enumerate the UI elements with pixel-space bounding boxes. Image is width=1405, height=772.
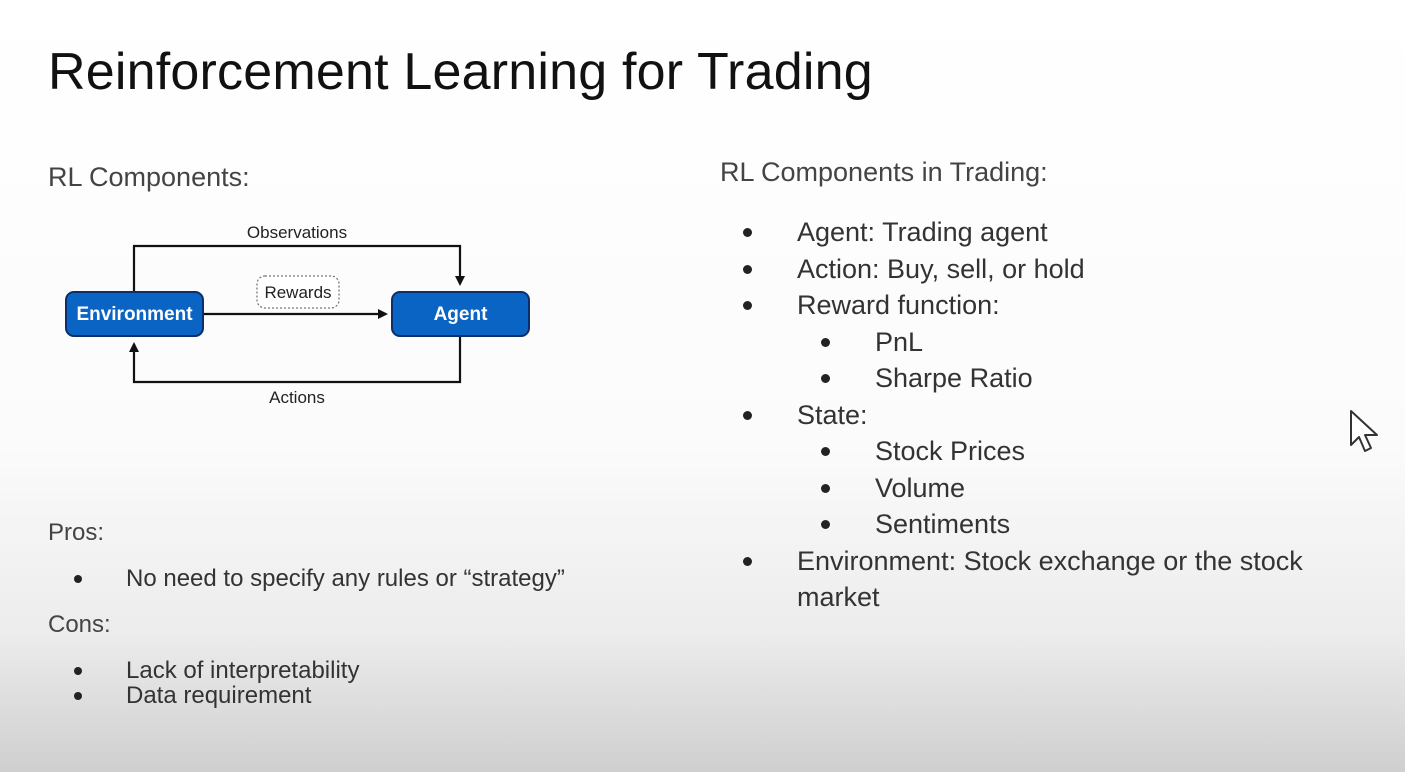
- rl-components-heading: RL Components:: [48, 162, 250, 192]
- cons-item-text: Lack of interpretability: [126, 657, 360, 684]
- bullet-icon: [743, 228, 752, 237]
- list-item: Lack of interpretability: [74, 658, 359, 683]
- actions-arrow: [129, 337, 462, 384]
- list-item: State:: [740, 397, 1380, 434]
- cons-list: Lack of interpretability Data requiremen…: [74, 658, 359, 708]
- bullet-icon: [743, 301, 752, 310]
- bullet-icon: [74, 575, 82, 583]
- bullet-icon: [74, 692, 82, 700]
- list-item: No need to specify any rules or “strateg…: [74, 564, 565, 594]
- bullet-icon: [743, 410, 752, 420]
- environment-label: Environment: [76, 304, 193, 325]
- list-item: Reward function:: [740, 287, 1380, 324]
- bullet-icon: [74, 667, 82, 675]
- actions-label: Actions: [269, 388, 325, 407]
- item-text: Sentiments: [875, 509, 1011, 539]
- list-item: Sentiments: [740, 506, 1380, 543]
- cons-heading: Cons:: [48, 611, 111, 638]
- item-text: Volume: [875, 472, 966, 503]
- item-text: State:: [797, 399, 868, 430]
- bullet-icon: [743, 556, 752, 566]
- list-item: Agent: Trading agent: [740, 214, 1380, 251]
- bullet-icon: [821, 520, 830, 529]
- list-item: Sharpe Ratio: [740, 360, 1380, 397]
- item-text: Stock Prices: [875, 436, 1026, 466]
- rewards-label: Rewards: [264, 283, 331, 302]
- list-item: Environment: Stock exchange or the stock…: [740, 543, 1380, 615]
- item-text: Sharpe Ratio: [875, 363, 1033, 393]
- pros-item-text: No need to specify any rules or “strateg…: [126, 565, 565, 592]
- item-text: Agent: Trading agent: [797, 217, 1048, 247]
- bullet-icon: [821, 483, 830, 493]
- item-text: Reward function:: [797, 290, 1000, 320]
- slide-title: Reinforcement Learning for Trading: [48, 43, 873, 101]
- pros-list: No need to specify any rules or “strateg…: [74, 564, 565, 594]
- list-item: Volume: [740, 470, 1380, 507]
- list-item: Action: Buy, sell, or hold: [740, 251, 1380, 288]
- cons-item-text: Data requirement: [126, 682, 312, 709]
- bullet-icon: [743, 264, 752, 274]
- item-text: PnL: [875, 326, 924, 357]
- bullet-icon: [821, 374, 830, 383]
- bullet-icon: [821, 337, 830, 347]
- list-item: Data requirement: [74, 683, 359, 708]
- rl-components-diagram: Environment Agent Observations Rewards A…: [65, 223, 530, 407]
- list-item: PnL: [740, 324, 1380, 361]
- bullet-icon: [821, 447, 830, 456]
- item-text: Action: Buy, sell, or hold: [797, 253, 1085, 284]
- agent-label: Agent: [434, 304, 489, 325]
- item-text: Environment: Stock exchange or the stock…: [797, 545, 1303, 612]
- observations-label: Observations: [247, 223, 347, 242]
- pros-heading: Pros:: [48, 519, 105, 546]
- trading-components-list: Agent: Trading agent Action: Buy, sell, …: [740, 214, 1380, 615]
- rl-trading-heading: RL Components in Trading:: [720, 157, 1048, 187]
- list-item: Stock Prices: [740, 433, 1380, 470]
- mouse-pointer-icon: [1350, 410, 1378, 452]
